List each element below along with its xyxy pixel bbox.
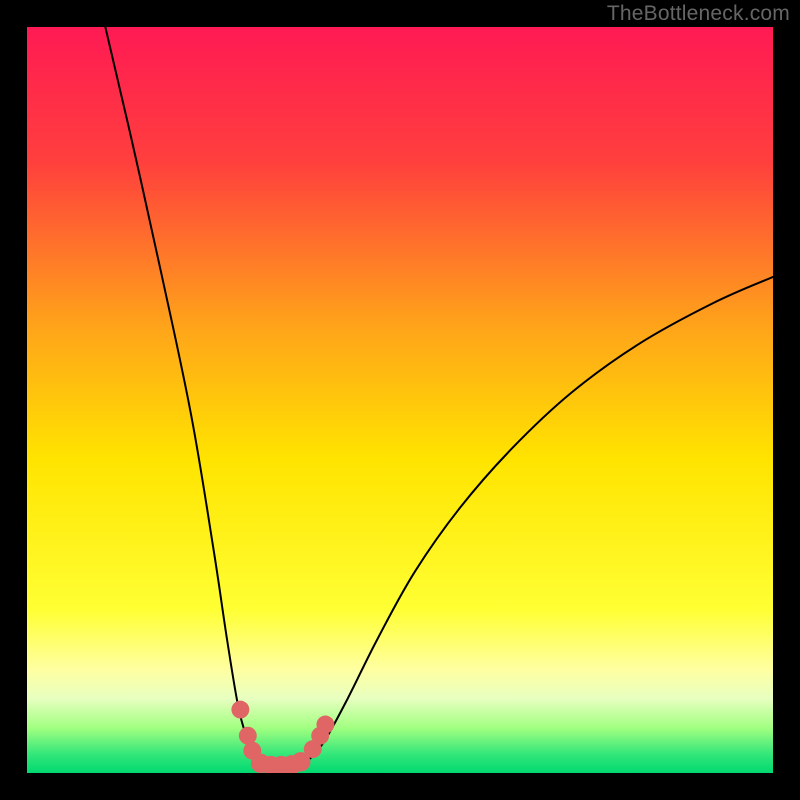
gradient-background — [27, 27, 773, 773]
data-marker — [316, 716, 334, 734]
chart-plot — [27, 27, 773, 773]
chart-frame: TheBottleneck.com — [0, 0, 800, 800]
watermark-text: TheBottleneck.com — [607, 2, 790, 26]
data-marker — [231, 701, 249, 719]
